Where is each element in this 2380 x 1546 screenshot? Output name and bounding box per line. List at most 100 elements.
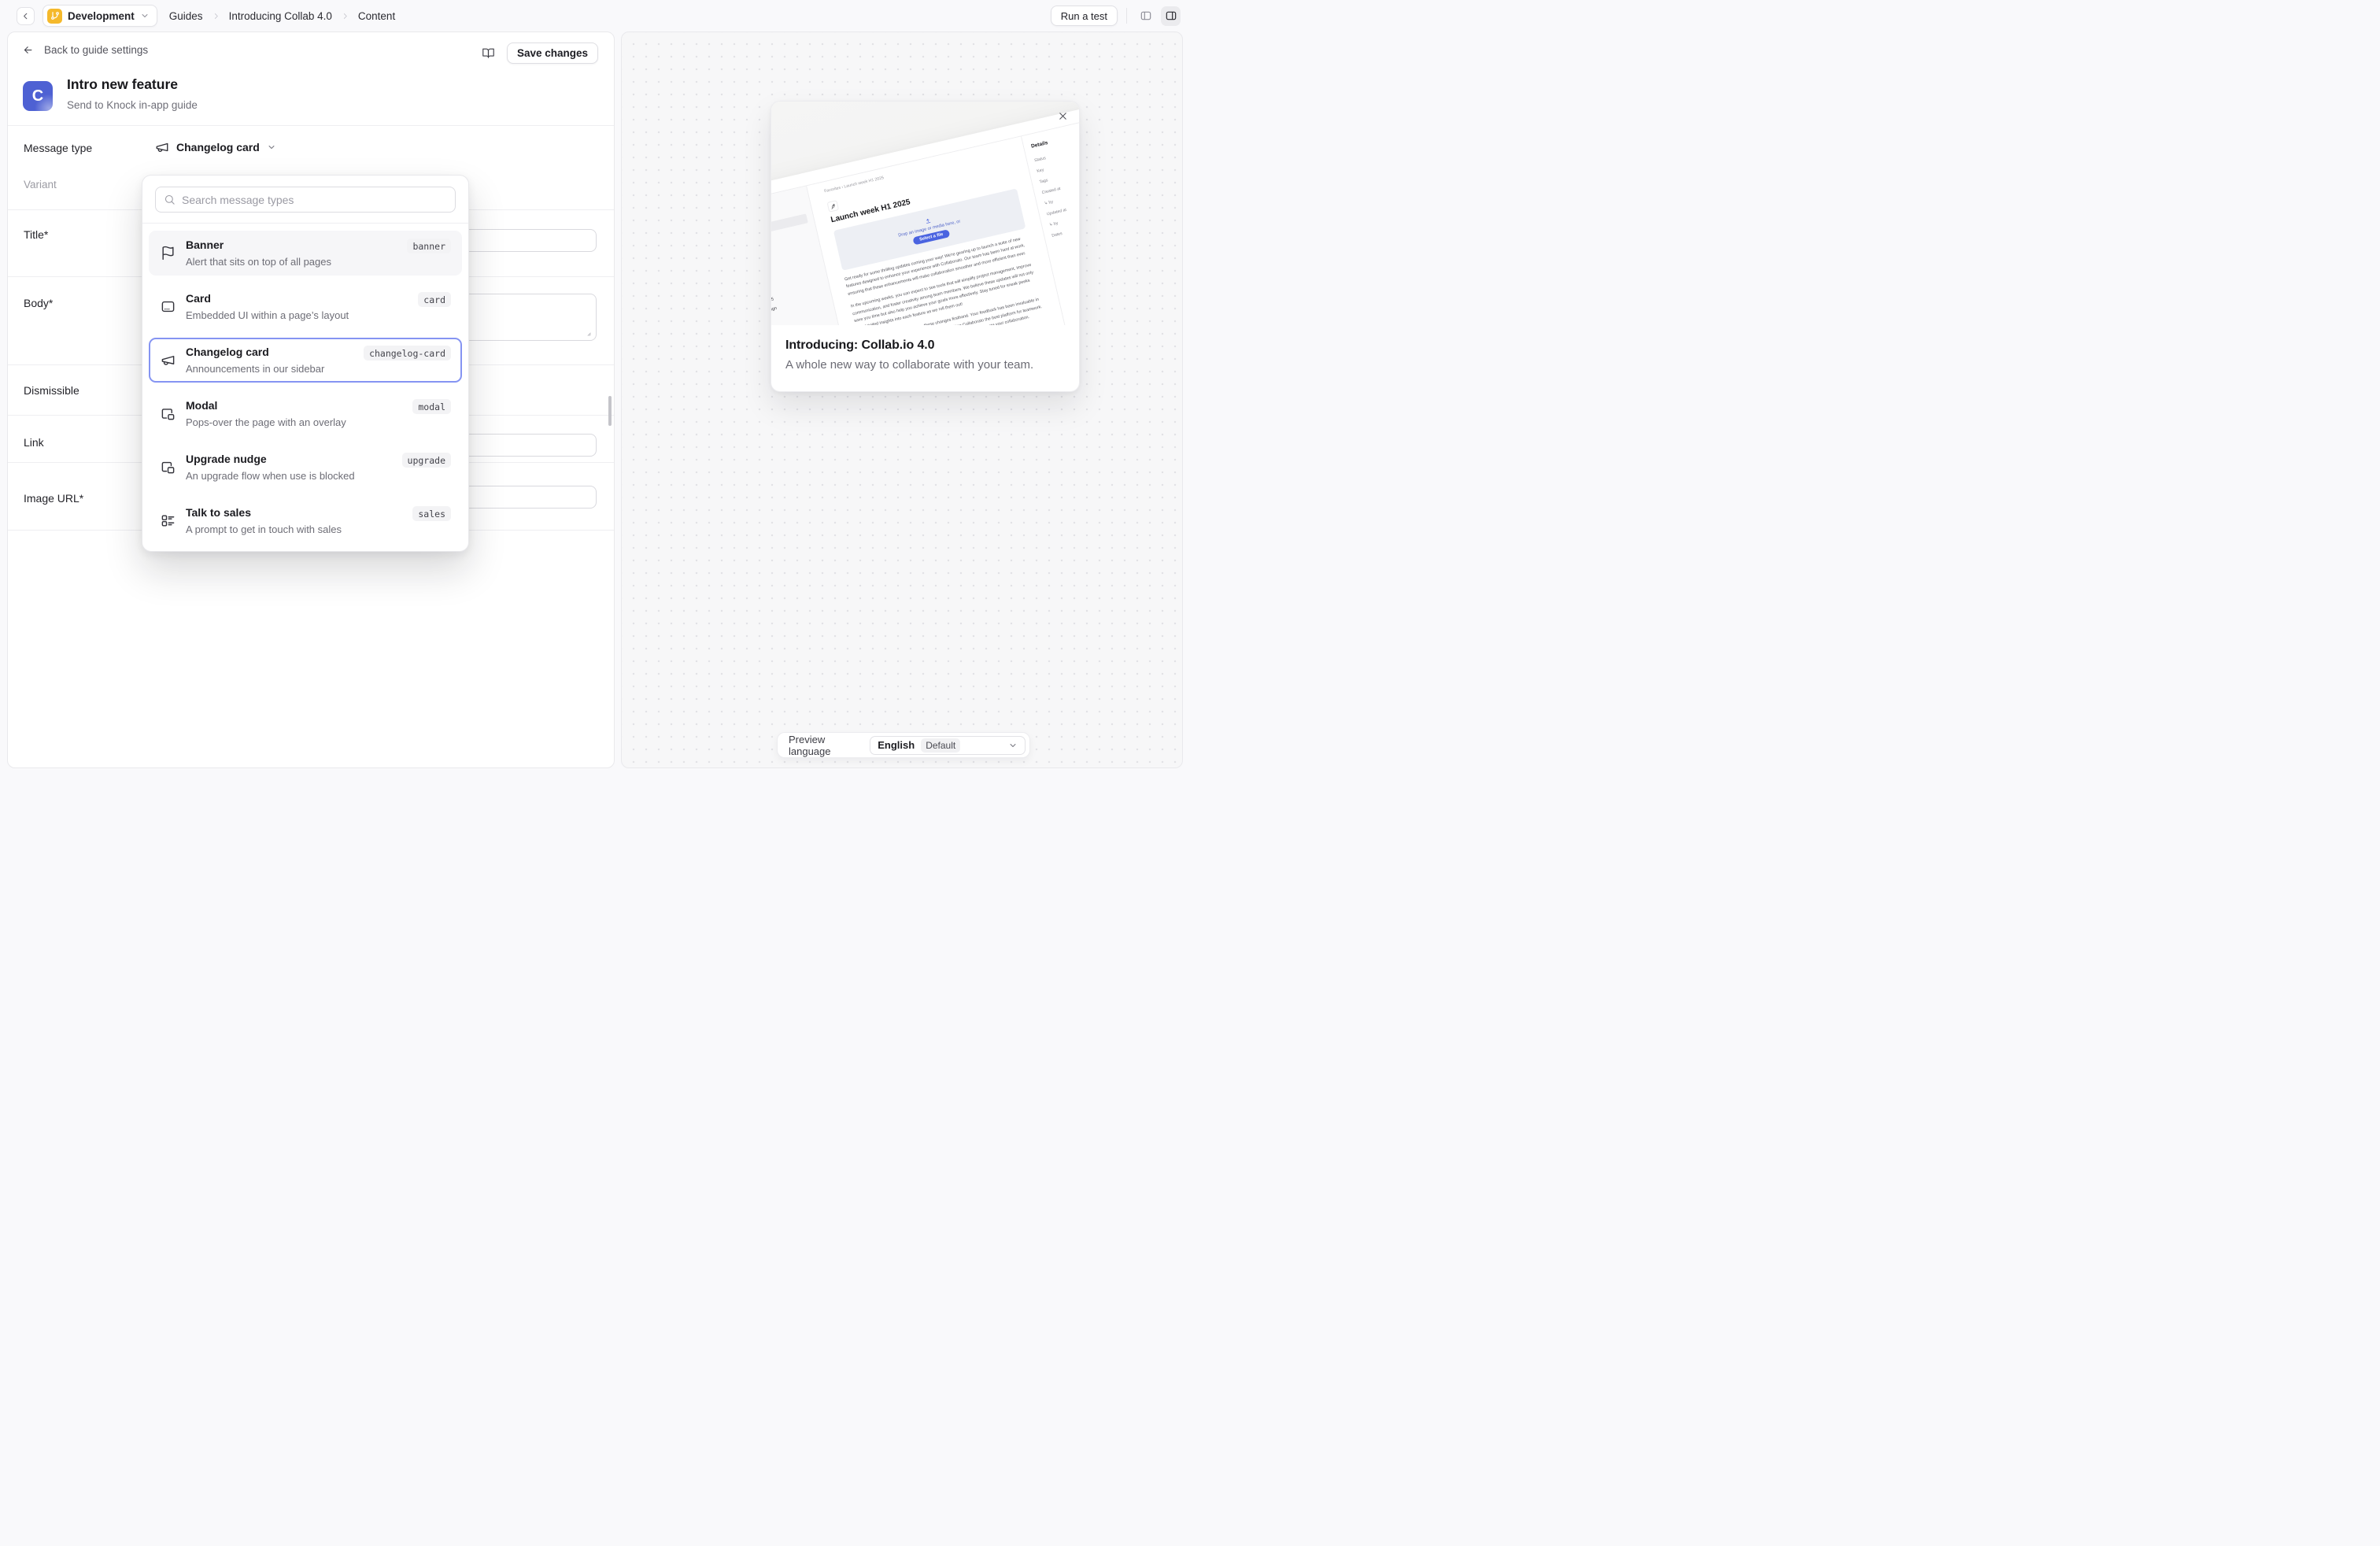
rocket-glyph [830, 202, 837, 210]
scrollbar-thumb[interactable] [608, 396, 612, 426]
details-row-label: Key [1037, 168, 1044, 174]
option-description: Announcements in our sidebar [186, 363, 451, 375]
workspace-name: Development [68, 10, 135, 22]
message-type-option-modal[interactable]: Modal modal Pops-over the page with an o… [149, 391, 462, 436]
link-label: Link [24, 436, 44, 449]
chevron-right-icon [212, 12, 220, 20]
top-bar: Development Guides Introducing Collab 4.… [0, 0, 1190, 31]
preview-card-body: Introducing: Collab.io 4.0 A whole new w… [771, 325, 1079, 372]
details-row-label: ↳ by [1044, 199, 1053, 205]
preview-language-label: Preview language [789, 734, 870, 757]
message-type-search[interactable] [155, 187, 456, 213]
resize-grip-icon[interactable] [584, 329, 592, 337]
close-icon[interactable] [1057, 110, 1070, 123]
chevron-down-icon [1008, 741, 1018, 750]
preview-card-media: Share 2025 Q2 Launch datesLaunch week H1… [771, 102, 1079, 325]
preview-screenshot: Share 2025 Q2 Launch datesLaunch week H1… [771, 102, 1079, 325]
close-x-glyph [1057, 110, 1070, 122]
chevron-left-icon [20, 11, 31, 21]
message-type-option-card[interactable]: Card card Embedded UI within a page’s la… [149, 284, 462, 329]
option-tag: upgrade [402, 453, 451, 468]
message-type-option-changelog-card[interactable]: Changelog card changelog-card Announceme… [149, 338, 462, 383]
run-a-test-button[interactable]: Run a test [1051, 6, 1118, 26]
megaphone-icon [160, 353, 176, 368]
git-branch-icon [47, 9, 62, 24]
guide-title: Intro new feature [67, 76, 178, 93]
image-url-label: Image URL* [24, 492, 83, 505]
option-description: An upgrade flow when use is blocked [186, 470, 451, 482]
dismissible-label: Dismissible [24, 384, 79, 397]
upload-icon [924, 217, 932, 225]
divider [8, 125, 614, 126]
option-tag: changelog-card [364, 346, 451, 361]
option-title: Modal [186, 399, 217, 412]
guide-subtitle: Send to Knock in-app guide [67, 99, 198, 111]
editor-actions: Save changes [482, 43, 598, 64]
message-type-label: Message type [24, 142, 92, 154]
card-icon [160, 299, 176, 314]
message-type-trigger[interactable]: Changelog card [155, 140, 276, 154]
history-back-button[interactable] [17, 7, 35, 25]
workspace-switcher[interactable]: Development [42, 5, 157, 27]
language-variant-badge: Default [921, 738, 960, 753]
message-type-option-banner[interactable]: Banner banner Alert that sits on top of … [149, 231, 462, 276]
option-description: Alert that sits on top of all pages [186, 256, 451, 268]
option-title: Upgrade nudge [186, 453, 267, 465]
back-link-label: Back to guide settings [44, 44, 148, 56]
modal-icon [160, 406, 176, 421]
details-row-label: Dates [1051, 231, 1063, 239]
panel-right-icon [1165, 9, 1177, 22]
search-icon [164, 194, 176, 205]
sales-icon [160, 513, 176, 528]
docs-button[interactable] [482, 46, 495, 60]
option-title: Card [186, 292, 211, 305]
toggle-left-panel-button[interactable] [1136, 6, 1155, 26]
breadcrumb: Guides Introducing Collab 4.0 Content [169, 10, 395, 22]
title-field-label: Title* [24, 228, 48, 241]
app-root: { "topbar": { "workspace_label": "Develo… [0, 0, 1190, 773]
changelog-preview-card: Share 2025 Q2 Launch datesLaunch week H1… [771, 101, 1080, 392]
breadcrumb-content[interactable]: Content [358, 10, 395, 22]
top-bar-actions: Run a test [1051, 6, 1181, 26]
flag-icon [160, 246, 176, 261]
book-open-icon [482, 46, 495, 60]
save-changes-button[interactable]: Save changes [507, 43, 598, 64]
preview-language-select[interactable]: English Default [870, 736, 1026, 755]
back-to-guide-settings-link[interactable]: Back to guide settings [22, 44, 148, 56]
toolbar-divider [1126, 8, 1127, 24]
upgrade-icon [160, 460, 176, 475]
option-title: Changelog card [186, 346, 269, 358]
panel-left-icon [1140, 9, 1152, 22]
preview-card-subtitle: A whole new way to collaborate with your… [785, 358, 1065, 372]
option-tag: banner [407, 239, 451, 253]
message-type-options: Banner banner Alert that sits on top of … [142, 224, 468, 551]
details-row-label: ↳ by [1049, 221, 1059, 227]
option-tag: sales [412, 506, 451, 521]
breadcrumb-guide-name[interactable]: Introducing Collab 4.0 [229, 10, 332, 22]
details-row-label: Status [1034, 156, 1047, 163]
megaphone-icon [155, 140, 169, 154]
preview-panel: Share 2025 Q2 Launch datesLaunch week H1… [621, 31, 1183, 768]
variant-label: Variant [24, 179, 57, 190]
message-type-option-sales[interactable]: Talk to sales sales A prompt to get in t… [149, 498, 462, 543]
option-title: Banner [186, 239, 224, 251]
message-type-value: Changelog card [176, 141, 260, 153]
chevron-down-icon [267, 142, 276, 152]
body-field-label: Body* [24, 297, 53, 309]
guide-avatar: C [23, 81, 53, 111]
preview-language-bar: Preview language English Default [777, 732, 1030, 758]
message-type-option-upgrade[interactable]: Upgrade nudge upgrade An upgrade flow wh… [149, 445, 462, 490]
chevron-down-icon [140, 11, 150, 20]
toggle-right-panel-button[interactable] [1161, 6, 1181, 26]
preview-card-title: Introducing: Collab.io 4.0 [785, 338, 1065, 353]
option-tag: card [418, 292, 451, 307]
option-description: Pops-over the page with an overlay [186, 416, 451, 428]
breadcrumb-guides[interactable]: Guides [169, 10, 203, 22]
language-value: English [878, 739, 915, 751]
screenshot-columns: 2025 Q2 Launch datesLaunch week H1 2025L… [771, 111, 1079, 325]
details-row-label: Tags [1039, 178, 1048, 184]
search-input[interactable] [182, 194, 447, 206]
option-description: A prompt to get in touch with sales [186, 523, 451, 535]
arrow-left-icon [22, 44, 34, 56]
option-description: Embedded UI within a page’s layout [186, 309, 451, 321]
